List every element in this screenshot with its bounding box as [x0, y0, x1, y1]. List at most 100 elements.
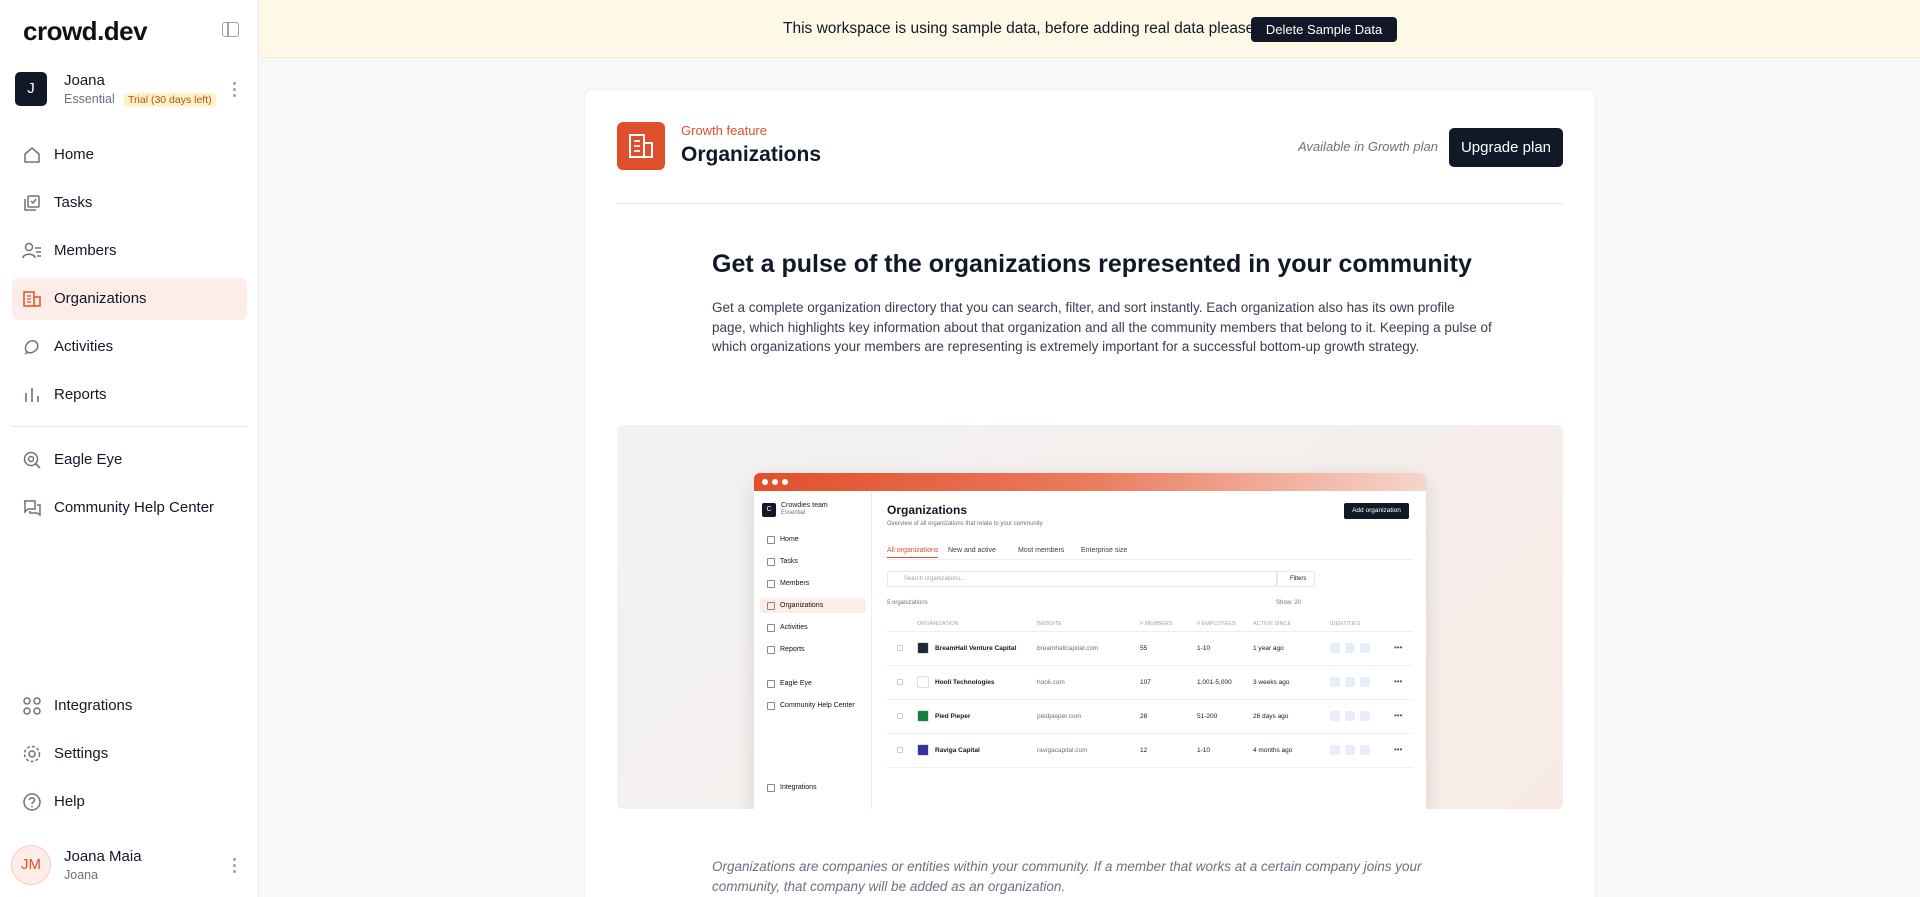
eagle-eye-icon: [23, 451, 41, 469]
user-menu[interactable]: JM Joana Maia Joana: [11, 845, 251, 885]
preview-workspace-avatar: C: [762, 503, 776, 517]
sidebar-divider: [12, 426, 247, 427]
preview-org-name: Hooli Technologies: [935, 679, 995, 686]
divider: [617, 203, 1563, 204]
sidebar-item-label: Settings: [54, 745, 109, 762]
sidebar-item-community-help-center[interactable]: Community Help Center: [12, 487, 247, 529]
integrations-icon: [23, 697, 41, 715]
gear-icon: [23, 745, 41, 763]
sidebar-item-label: Organizations: [54, 290, 147, 307]
preview-column: ACTIVE SINCE: [1253, 621, 1292, 627]
preview-org-name: Pied Pieper: [935, 713, 971, 720]
preview-tab: New and active: [948, 547, 996, 554]
preview-org-name: BreamHall Venture Capital: [935, 645, 1017, 652]
preview-filters: Filters: [1277, 571, 1315, 587]
preview-org-employees: 51-200: [1197, 713, 1218, 720]
preview-tab-divider: [887, 559, 1413, 560]
sidebar-item-organizations[interactable]: Organizations: [12, 278, 247, 320]
preview-row-checkbox: [897, 645, 903, 651]
sidebar-item-home[interactable]: Home: [12, 134, 247, 176]
reports-icon: [25, 388, 39, 402]
preview-org-website: piedpieper.com: [1037, 713, 1082, 720]
app-logo[interactable]: crowd.dev: [23, 16, 148, 47]
preview-nav-item: Activities: [760, 620, 866, 635]
trial-badge: Trial (30 days left): [124, 93, 216, 107]
preview-count: 5 organizations: [887, 600, 928, 606]
collapse-sidebar-icon[interactable]: [222, 22, 239, 37]
home-icon: [24, 147, 40, 163]
sidebar-item-eagle-eye[interactable]: Eagle Eye: [12, 439, 247, 481]
sidebar-item-tasks[interactable]: Tasks: [12, 182, 247, 224]
preview-search: Search organizations...: [887, 571, 1277, 587]
sidebar-item-settings[interactable]: Settings: [12, 733, 247, 775]
workspace-plan: Essential: [64, 92, 115, 106]
organizations-icon: [23, 291, 41, 307]
preview-org-logo: [917, 744, 929, 756]
preview-page-size: Show: 20: [1276, 600, 1302, 606]
preview-org-members: 12: [1140, 747, 1148, 754]
preview-tab: Enterprise size: [1081, 547, 1128, 554]
preview-row-checkbox: [897, 713, 903, 719]
upgrade-plan-button[interactable]: Upgrade plan: [1449, 128, 1563, 167]
feature-description: Get a complete organization directory th…: [712, 300, 1492, 355]
sample-data-banner: This workspace is using sample data, bef…: [260, 0, 1920, 58]
preview-add-button: Add organization: [1344, 503, 1409, 519]
preview-identity-icon: [1360, 643, 1370, 653]
banner-text: This workspace is using sample data, bef…: [783, 20, 1255, 37]
preview-identity-icon: [1330, 745, 1340, 755]
preview-org-logo: [917, 642, 929, 654]
availability-note: Available in Growth plan: [1298, 139, 1438, 154]
preview-org-logo: [917, 676, 929, 688]
preview-workspace-plan: Essential: [781, 510, 806, 516]
sidebar-item-label: Reports: [54, 386, 107, 403]
preview-org-employees: 1-10: [1197, 645, 1211, 652]
preview-title: Organizations: [887, 503, 968, 517]
preview-row-more-icon: •••: [1394, 677, 1403, 686]
preview-org-members: 107: [1140, 679, 1151, 686]
preview-identity-icon: [1360, 677, 1370, 687]
workspace-name: Joana: [64, 72, 105, 89]
preview-table-row: BreamHall Venture Capital breamhallcapita…: [887, 632, 1413, 666]
preview-identity-icon: [1345, 711, 1355, 721]
sidebar-item-label: Community Help Center: [54, 499, 215, 516]
preview-nav-item: Integrations: [760, 780, 866, 795]
feature-headline: Get a pulse of the organizations represe…: [712, 250, 1472, 278]
sidebar-item-members[interactable]: Members: [12, 230, 247, 272]
preview-column: # MEMBERS: [1140, 621, 1173, 627]
delete-sample-data-button[interactable]: Delete Sample Data: [1251, 17, 1397, 42]
sidebar-item-label: Home: [54, 146, 95, 163]
preview-org-since: 3 weeks ago: [1253, 679, 1290, 686]
avatar: JM: [11, 845, 51, 885]
sidebar-item-label: Members: [54, 242, 117, 259]
sidebar-item-help[interactable]: Help: [12, 781, 247, 823]
preview-row-checkbox: [897, 679, 903, 685]
preview-identity-icon: [1345, 745, 1355, 755]
user-menu-icon[interactable]: [233, 858, 237, 876]
preview-org-employees: 1-10: [1197, 747, 1211, 754]
preview-table-row: Pied Pieper piedpieper.com 28 51-200 26 days…: [887, 700, 1413, 734]
sidebar-item-label: Tasks: [54, 194, 93, 211]
preview-nav-item: Eagle Eye: [760, 676, 866, 691]
preview-org-members: 55: [1140, 645, 1148, 652]
sidebar-item-label: Activities: [54, 338, 114, 355]
workspace-avatar: J: [15, 72, 47, 106]
preview-app-window: C Crowdies team Essential Home Tasks Mem…: [754, 473, 1426, 809]
sidebar-item-integrations[interactable]: Integrations: [12, 685, 247, 727]
workspace-menu-icon[interactable]: [233, 82, 237, 100]
preview-row-checkbox: [897, 747, 903, 753]
preview-row-more-icon: •••: [1394, 745, 1403, 754]
workspace-switcher[interactable]: J Joana Essential Trial (30 days left): [15, 72, 245, 110]
preview-window-bar: [754, 473, 1426, 491]
activities-icon: [24, 340, 39, 355]
preview-column: WEBSITE: [1037, 621, 1062, 627]
preview-tab: All organizations: [887, 547, 939, 558]
feature-card: Growth feature Organizations Available i…: [584, 89, 1596, 897]
sidebar-item-reports[interactable]: Reports: [12, 374, 247, 416]
preview-column: ORGANIZATION: [917, 621, 959, 627]
preview-identity-icon: [1360, 711, 1370, 721]
preview-org-members: 28: [1140, 713, 1148, 720]
preview-table-row: Hooli Technologies hooli.com 107 1,001-5,00…: [887, 666, 1413, 700]
sidebar-item-activities[interactable]: Activities: [12, 326, 247, 368]
preview-org-since: 1 year ago: [1253, 645, 1284, 652]
preview-org-employees: 1,001-5,000: [1197, 679, 1232, 686]
